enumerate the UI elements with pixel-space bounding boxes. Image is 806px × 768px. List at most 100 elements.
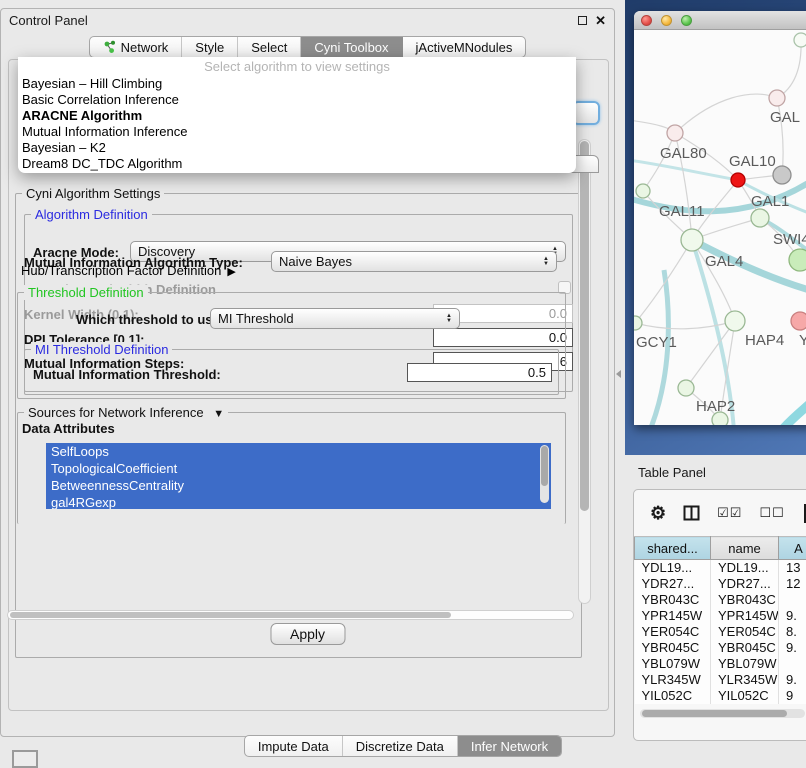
mi-algorithm-type-value: Naive Bayes bbox=[279, 254, 352, 269]
settings-vertical-scrollbar[interactable] bbox=[578, 139, 591, 604]
network-node-gal11[interactable] bbox=[636, 184, 650, 198]
mi-threshold-field[interactable]: 0.5 bbox=[407, 363, 552, 382]
column-header-name[interactable]: name bbox=[711, 537, 779, 560]
table-cell: YPR145W bbox=[711, 608, 779, 624]
attribute-item-topologicalcoefficient[interactable]: TopologicalCoefficient bbox=[46, 460, 551, 477]
network-node[interactable] bbox=[794, 33, 806, 47]
network-node-y[interactable] bbox=[791, 312, 806, 330]
table-header-row: shared...nameA bbox=[635, 537, 806, 560]
table-row[interactable]: YLR345WYLR345W9. bbox=[635, 672, 806, 688]
network-edge[interactable] bbox=[777, 40, 801, 98]
algorithm-option-bayesian-hill-climbing[interactable]: Bayesian – Hill Climbing bbox=[18, 76, 576, 92]
tab-network[interactable]: Network bbox=[90, 37, 183, 57]
bottom-tab-infer-network[interactable]: Infer Network bbox=[458, 736, 561, 756]
table-row[interactable]: YBL079WYBL079W bbox=[635, 656, 806, 672]
network-node-gal4[interactable] bbox=[681, 229, 703, 251]
network-node-gcy1[interactable] bbox=[634, 316, 642, 330]
network-node-swi4[interactable] bbox=[789, 249, 806, 271]
network-node[interactable] bbox=[712, 412, 728, 425]
gear-icon[interactable]: ⚙ bbox=[650, 504, 666, 522]
unchecked-columns-icon[interactable]: ☐☐ bbox=[759, 505, 784, 521]
tab-cyni-toolbox[interactable]: Cyni Toolbox bbox=[301, 37, 402, 57]
algorithm-option-bayesian-k2[interactable]: Bayesian – K2 bbox=[18, 140, 576, 156]
table-row[interactable]: YDR27...YDR27...12 bbox=[635, 576, 806, 592]
tab-style[interactable]: Style bbox=[182, 37, 238, 57]
tab-label: Infer Network bbox=[471, 739, 548, 754]
tab-jactivemnodules[interactable]: jActiveMNodules bbox=[403, 37, 526, 57]
node-label-gal1: GAL1 bbox=[751, 193, 789, 210]
table-cell: YBR045C bbox=[711, 640, 779, 656]
table-row[interactable]: YPR145WYPR145W9. bbox=[635, 608, 806, 624]
close-panel-icon[interactable]: ✕ bbox=[595, 14, 606, 27]
node-label-hap2: HAP2 bbox=[696, 398, 735, 415]
table-cell: YPR145W bbox=[635, 608, 711, 624]
network-node-gal[interactable] bbox=[769, 90, 785, 106]
tab-label: Impute Data bbox=[258, 739, 329, 754]
table-row[interactable]: YER054CYER054C8. bbox=[635, 624, 806, 640]
column-layout-icon[interactable] bbox=[683, 505, 700, 521]
control-panel-window: Control Panel ✕ NetworkStyleSelectCyni T… bbox=[0, 8, 615, 737]
table-cell: 8. bbox=[779, 624, 806, 640]
bottom-tab-discretize-data[interactable]: Discretize Data bbox=[343, 736, 458, 756]
which-threshold-combo[interactable]: MI Threshold ▲▼ bbox=[210, 308, 460, 329]
settings-horizontal-scrollbar[interactable] bbox=[7, 610, 574, 620]
table-cell bbox=[779, 592, 806, 608]
column-header-shared[interactable]: shared... bbox=[635, 537, 711, 560]
minimized-panel-icon[interactable] bbox=[12, 750, 38, 768]
algorithm-option-mutual-information-inference[interactable]: Mutual Information Inference bbox=[18, 124, 576, 140]
network-node-gal1[interactable] bbox=[751, 209, 769, 227]
attributes-list-scrollbar[interactable] bbox=[540, 445, 549, 503]
mi-threshold-definition-group: MI Threshold Definition Mutual Informati… bbox=[24, 349, 559, 395]
attribute-item-betweennesscentrality[interactable]: BetweennessCentrality bbox=[46, 477, 551, 494]
column-header-a[interactable]: A bbox=[779, 537, 806, 560]
table-row[interactable]: YDL19...YDL19...13 bbox=[635, 560, 806, 576]
algorithm-option-dream8-dc-tdc-algorithm[interactable]: Dream8 DC_TDC Algorithm bbox=[18, 156, 576, 172]
mi-algorithm-type-combo[interactable]: Naive Bayes ▲▼ bbox=[271, 251, 557, 272]
network-node-hap2[interactable] bbox=[678, 380, 694, 396]
network-node[interactable] bbox=[773, 166, 791, 184]
network-node-gal10[interactable] bbox=[731, 173, 745, 187]
algorithm-dropdown-popup: Select algorithm to view settings Bayesi… bbox=[18, 57, 576, 173]
network-canvas[interactable]: GALGAL80GAL10GAL1GAL11SWI4GAL4GCY1HAP4YH… bbox=[634, 30, 806, 425]
data-attributes-list[interactable]: SelfLoopsTopologicalCoefficientBetweenne… bbox=[46, 443, 551, 509]
network-icon bbox=[103, 40, 116, 54]
threshold-definition-title: Threshold Definition bbox=[24, 285, 148, 300]
table-cell: YDR27... bbox=[635, 576, 711, 592]
table-row[interactable]: YIL052CYIL052C9 bbox=[635, 688, 806, 704]
control-panel-titlebar: Control Panel ✕ bbox=[1, 9, 614, 32]
inference-algorithm-combo-fragment[interactable] bbox=[572, 101, 600, 125]
attribute-item-selfloops[interactable]: SelfLoops bbox=[46, 443, 551, 460]
node-attribute-table[interactable]: shared...nameA YDL19...YDL19...13YDR27..… bbox=[634, 536, 806, 704]
table-cell: YBR045C bbox=[635, 640, 711, 656]
tab-select[interactable]: Select bbox=[238, 37, 301, 57]
algorithm-option-basic-correlation-inference[interactable]: Basic Correlation Inference bbox=[18, 92, 576, 108]
table-row[interactable]: YBR045CYBR045C9. bbox=[635, 640, 806, 656]
network-edge[interactable] bbox=[635, 321, 735, 329]
attribute-item-gal4rgexp[interactable]: gal4RGexp bbox=[46, 494, 551, 509]
network-edge[interactable] bbox=[675, 94, 777, 133]
window-zoom-button[interactable] bbox=[681, 15, 692, 26]
network-node-hap4[interactable] bbox=[725, 311, 745, 331]
network-node-gal80[interactable] bbox=[667, 125, 683, 141]
apply-button[interactable]: Apply bbox=[270, 623, 345, 645]
algorithm-option-aracne-algorithm[interactable]: ARACNE Algorithm bbox=[18, 108, 576, 124]
table-cell: YIL052C bbox=[635, 688, 711, 704]
table-row[interactable]: YBR043CYBR043C bbox=[635, 592, 806, 608]
node-label-hap4: HAP4 bbox=[745, 332, 784, 349]
float-panel-icon[interactable] bbox=[578, 16, 587, 25]
window-close-button[interactable] bbox=[641, 15, 652, 26]
bottom-tab-impute-data[interactable]: Impute Data bbox=[245, 736, 343, 756]
hub-expander-label: Hub/Transcription Factor Definition bbox=[21, 263, 221, 278]
mi-threshold-definition-title: MI Threshold Definition bbox=[31, 342, 172, 357]
checked-columns-icon[interactable]: ☑☑ bbox=[717, 505, 742, 521]
network-edge[interactable] bbox=[782, 396, 806, 425]
combo-arrows-icon: ▲▼ bbox=[543, 257, 549, 267]
sources-expander[interactable]: Sources for Network Inference ▼ bbox=[24, 405, 228, 420]
hub-transcription-expander[interactable]: Hub/Transcription Factor Definition▶ bbox=[21, 263, 236, 278]
table-cell: 9. bbox=[779, 640, 806, 656]
table-horizontal-scrollbar[interactable] bbox=[640, 709, 805, 718]
node-label-swi4: SWI4 bbox=[773, 231, 806, 248]
network-edge[interactable] bbox=[634, 160, 738, 180]
window-minimize-button[interactable] bbox=[661, 15, 672, 26]
split-divider-handle[interactable] bbox=[616, 370, 621, 378]
